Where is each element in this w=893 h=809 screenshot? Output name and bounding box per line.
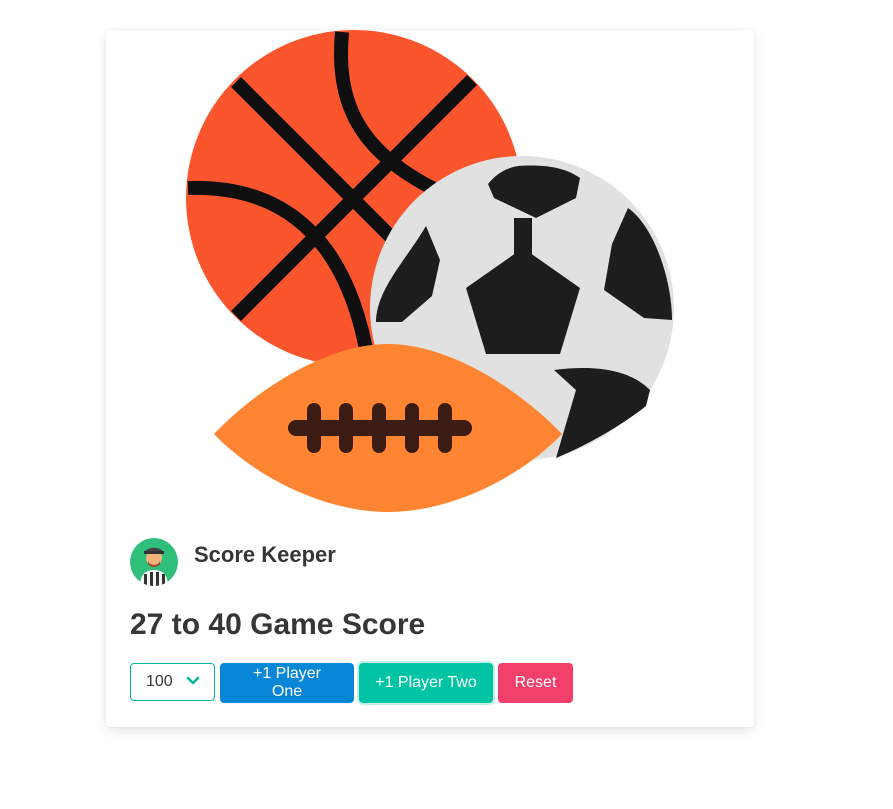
- player-two-button[interactable]: +1 Player Two: [359, 663, 493, 703]
- sports-balls-icon: [186, 30, 674, 512]
- player-one-score: 27: [130, 608, 164, 641]
- winning-score-value: 100: [146, 673, 173, 690]
- score-card: Score Keeper 27 to 40 Game Score 100 +1 …: [106, 30, 754, 727]
- score-title: 27 to 40 Game Score: [130, 608, 425, 642]
- player-one-button[interactable]: +1 Player One: [220, 663, 354, 703]
- app-title: Score Keeper: [194, 542, 336, 567]
- reset-button[interactable]: Reset: [498, 663, 573, 703]
- score-separator: to: [171, 608, 201, 641]
- score-suffix: Game Score: [250, 608, 426, 641]
- score-controls: 100 +1 Player One +1 Player Two Reset: [130, 663, 573, 703]
- winning-score-select[interactable]: 100: [130, 663, 215, 701]
- referee-avatar-icon: [130, 538, 178, 586]
- player-two-score: 40: [208, 608, 242, 641]
- header-media: Score Keeper: [130, 538, 336, 586]
- chevron-down-icon: [186, 674, 200, 693]
